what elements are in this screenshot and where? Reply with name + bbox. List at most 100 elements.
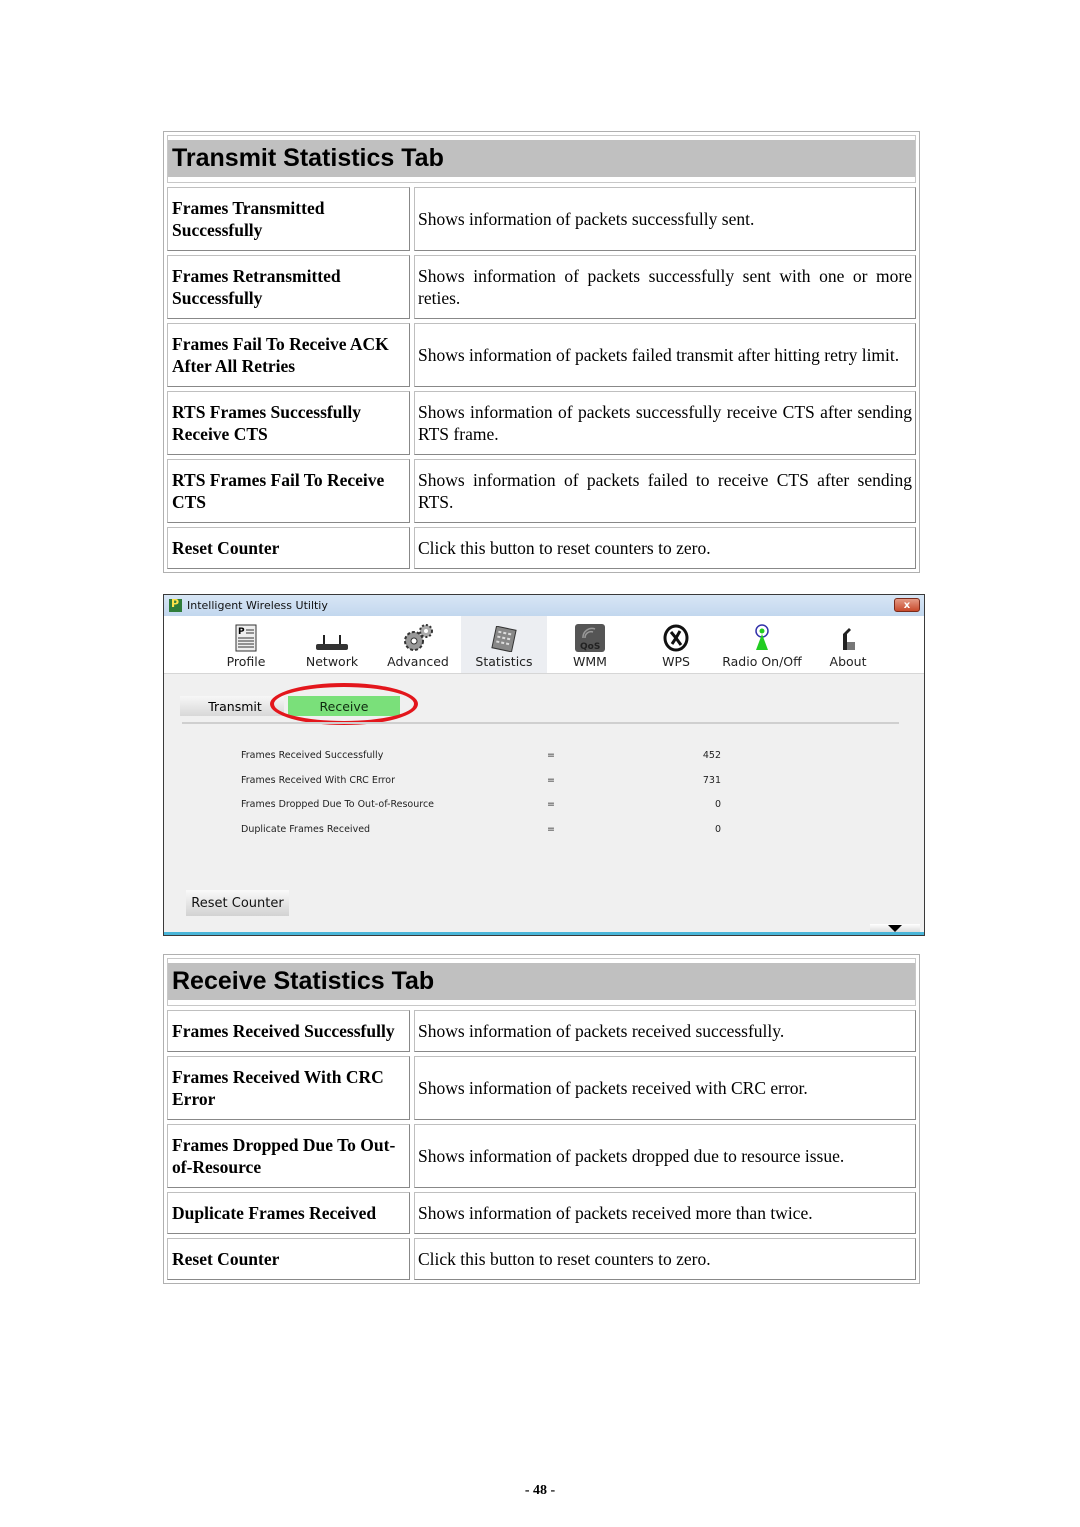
stat-equals: = xyxy=(547,750,555,761)
table-row: RTS Frames Fail To Receive CTS Shows inf… xyxy=(167,459,916,523)
description-cell: Click this button to reset counters to z… xyxy=(414,527,916,569)
description-cell: Shows information of packets successfull… xyxy=(414,255,916,319)
description-text: Shows information of packets dropped due… xyxy=(418,1146,845,1166)
tab-transmit[interactable]: Transmit xyxy=(180,696,284,716)
stat-equals: = xyxy=(547,824,555,836)
description-cell: Click this button to reset counters to z… xyxy=(414,1238,916,1280)
description-text: Click this button to reset counters to z… xyxy=(418,1249,711,1269)
table-row: Reset Counter Click this button to reset… xyxy=(167,527,916,569)
receive-statistics-table: Receive Statistics Tab Frames Received S… xyxy=(163,954,920,1284)
stat-row: Frames Received Successfully = 452 xyxy=(241,750,721,775)
toolbar-label: Network xyxy=(305,654,359,669)
description-text: Shows information of packets received mo… xyxy=(418,1203,813,1223)
description-text: Shows information of packets failed tran… xyxy=(418,345,900,365)
table-row: Frames Received Successfully Shows infor… xyxy=(167,1010,916,1052)
table-row: RTS Frames Successfully Receive CTS Show… xyxy=(167,391,916,455)
term-cell: Reset Counter xyxy=(167,527,410,569)
scroll-down-arrow-icon[interactable] xyxy=(870,924,920,932)
wps-icon xyxy=(663,624,689,652)
svg-text:QoS: QoS xyxy=(580,642,600,652)
tab-divider xyxy=(182,722,899,724)
description-text: Shows information of packets failed to r… xyxy=(418,470,912,512)
stat-equals: = xyxy=(547,799,555,811)
stat-label: Frames Received Successfully xyxy=(241,750,384,761)
table-header: Transmit Statistics Tab xyxy=(167,135,916,183)
svg-text:P: P xyxy=(238,627,245,637)
table-row: Frames Retransmitted Successfully Shows … xyxy=(167,255,916,319)
qos-icon: QoS xyxy=(575,624,605,652)
description-cell: Shows information of packets received mo… xyxy=(414,1192,916,1234)
description-cell: Shows information of packets successfull… xyxy=(414,391,916,455)
table-header: Receive Statistics Tab xyxy=(167,958,916,1006)
term-cell: Duplicate Frames Received xyxy=(167,1192,410,1234)
stat-row: Duplicate Frames Received = 0 xyxy=(241,824,721,849)
table-row: Frames Transmitted Successfully Shows in… xyxy=(167,187,916,251)
stat-label: Frames Received With CRC Error xyxy=(241,774,395,786)
stat-value: 452 xyxy=(702,750,721,761)
description-text: Click this button to reset counters to z… xyxy=(418,538,711,558)
table-title: Receive Statistics Tab xyxy=(168,963,915,1000)
description-text: Shows information of packets successfull… xyxy=(418,209,755,229)
toolbar-label: Profile xyxy=(226,654,266,669)
term-cell: Frames Received With CRC Error xyxy=(167,1056,410,1120)
toolbar-label: Statistics xyxy=(475,654,533,669)
term-cell: Frames Fail To Receive ACK After All Ret… xyxy=(167,323,410,387)
description-cell: Shows information of packets received su… xyxy=(414,1010,916,1052)
table-row: Frames Received With CRC Error Shows inf… xyxy=(167,1056,916,1120)
toolbar-profile[interactable]: P Profile xyxy=(203,616,289,673)
radio-icon xyxy=(755,624,769,650)
description-cell: Shows information of packets received wi… xyxy=(414,1056,916,1120)
description-cell: Shows information of packets dropped due… xyxy=(414,1124,916,1188)
toolbar-wmm[interactable]: QoS WMM xyxy=(547,616,633,673)
toolbar-label: Advanced xyxy=(387,654,449,669)
stat-row: Frames Dropped Due To Out-of-Resource = … xyxy=(241,799,721,824)
about-icon xyxy=(843,628,855,650)
description-cell: Shows information of packets failed tran… xyxy=(414,323,916,387)
statistics-icon xyxy=(491,626,517,652)
toolbar-radio[interactable]: Radio On/Off xyxy=(719,616,805,673)
term-cell: RTS Frames Successfully Receive CTS xyxy=(167,391,410,455)
description-text: Shows information of packets successfull… xyxy=(418,402,912,444)
toolbar-network[interactable]: Network xyxy=(289,616,375,673)
app-logo-icon xyxy=(169,597,182,612)
description-text: Shows information of packets received wi… xyxy=(418,1078,808,1098)
table-row: Frames Dropped Due To Out-of-Resource Sh… xyxy=(167,1124,916,1188)
transmit-statistics-table: Transmit Statistics Tab Frames Transmitt… xyxy=(163,131,920,573)
highlight-annotation xyxy=(270,683,418,725)
profile-icon: P xyxy=(235,624,257,652)
close-button[interactable]: x xyxy=(894,598,920,612)
toolbar: P Profile Network Advanced Statistics Qo… xyxy=(164,616,924,674)
toolbar-advanced[interactable]: Advanced xyxy=(375,616,461,673)
term-cell: RTS Frames Fail To Receive CTS xyxy=(167,459,410,523)
table-row: Reset Counter Click this button to reset… xyxy=(167,1238,916,1280)
description-cell: Shows information of packets failed to r… xyxy=(414,459,916,523)
network-icon xyxy=(316,635,348,650)
receive-stats-list: Frames Received Successfully = 452 Frame… xyxy=(241,750,721,849)
toolbar-label: Radio On/Off xyxy=(722,654,802,669)
toolbar-label: WPS xyxy=(662,654,690,669)
description-cell: Shows information of packets successfull… xyxy=(414,187,916,251)
toolbar-about[interactable]: About xyxy=(805,616,891,673)
page-number: - 48 - xyxy=(524,1483,556,1498)
term-cell: Frames Dropped Due To Out-of-Resource xyxy=(167,1124,410,1188)
reset-counter-button[interactable]: Reset Counter xyxy=(186,890,289,916)
term-cell: Reset Counter xyxy=(167,1238,410,1280)
description-text: Shows information of packets received su… xyxy=(418,1021,785,1041)
toolbar-wps[interactable]: WPS xyxy=(633,616,719,673)
gears-icon xyxy=(404,624,433,651)
term-cell: Frames Transmitted Successfully xyxy=(167,187,410,251)
table-title: Transmit Statistics Tab xyxy=(168,140,915,177)
stat-value: 0 xyxy=(714,824,721,836)
toolbar-statistics[interactable]: Statistics xyxy=(461,616,547,673)
title-bar: Intelligent Wireless Utiltiy x xyxy=(164,595,924,616)
stat-label: Frames Dropped Due To Out-of-Resource xyxy=(241,799,435,811)
term-cell: Frames Received Successfully xyxy=(167,1010,410,1052)
toolbar-label: About xyxy=(829,654,867,669)
toolbar-label: WMM xyxy=(573,654,607,669)
stat-label: Duplicate Frames Received xyxy=(241,824,371,836)
description-text: Shows information of packets successfull… xyxy=(418,266,912,308)
window-bottom-border xyxy=(164,932,924,935)
window-title: Intelligent Wireless Utiltiy xyxy=(187,599,328,612)
table-row: Frames Fail To Receive ACK After All Ret… xyxy=(167,323,916,387)
stat-value: 731 xyxy=(702,774,721,786)
